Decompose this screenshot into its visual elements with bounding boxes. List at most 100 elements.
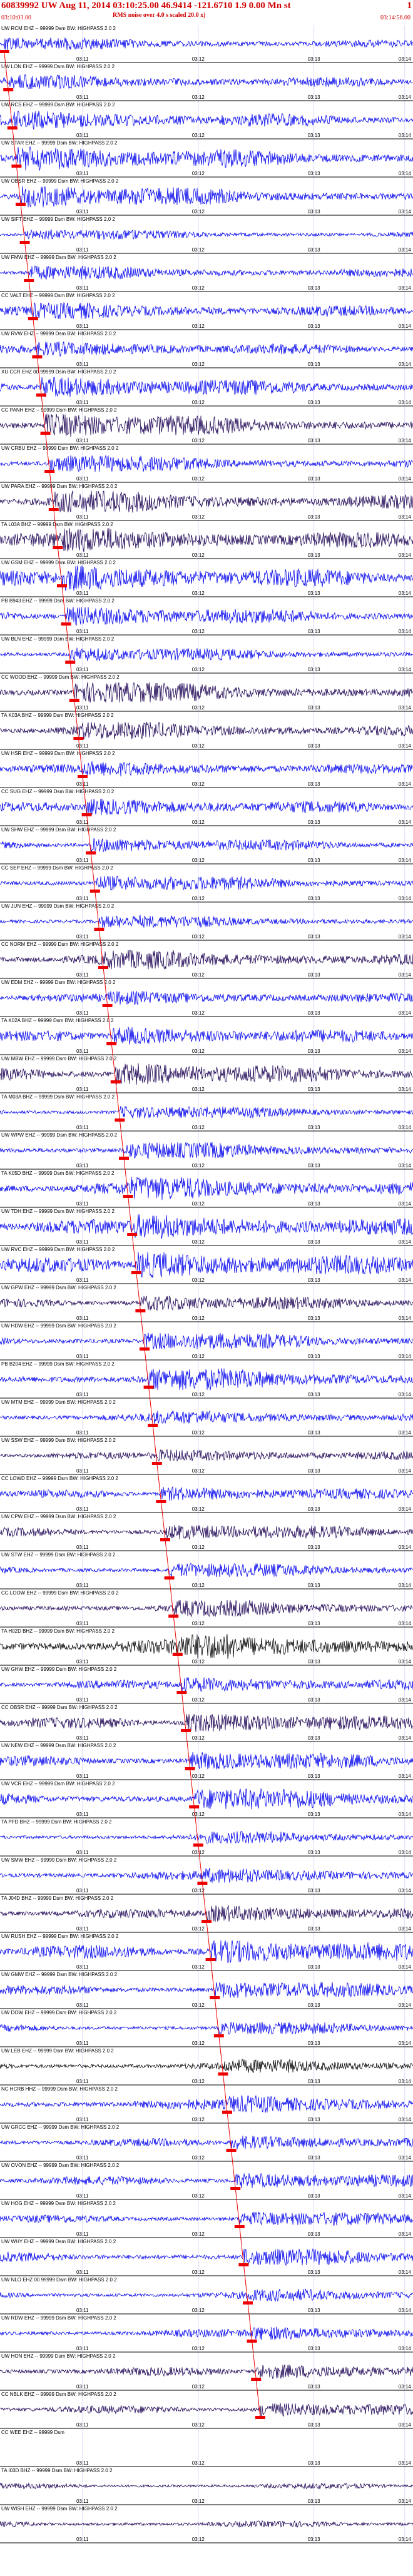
tick-label: 03:12 [192, 1163, 205, 1169]
tick-label: 03:14 [399, 1926, 412, 1932]
tick-label: 03:11 [76, 1048, 89, 1054]
tick-label: 03:13 [308, 247, 321, 253]
tick-label: 03:13 [308, 819, 321, 825]
tick-label: 03:11 [76, 667, 89, 672]
trace-label: UW PARA EHZ -- 99999 Dsm BW: HIGHPASS 2.… [1, 484, 118, 489]
waveform [0, 1600, 413, 1618]
trace-label: TA K05D BHZ -- 99999 Dsm BW: HIGHPASS 2.… [1, 1170, 115, 1176]
trace: UW SHW EHZ -- 99999 Dsm BW: HIGHPASS 2.0… [0, 827, 413, 865]
tick-label: 03:14 [399, 1430, 412, 1436]
waveform [0, 186, 413, 208]
trace-label: TA M03A BHZ -- 99999 Dsm BW: HIGHPASS 2.… [1, 1094, 115, 1100]
tick-label: 03:11 [76, 56, 89, 62]
tick-label: 03:14 [399, 400, 412, 405]
tick-label: 03:13 [308, 2002, 321, 2008]
tick-label: 03:14 [399, 705, 412, 711]
tick-label: 03:12 [192, 819, 205, 825]
tick-label: 03:12 [192, 438, 205, 444]
tick-label: 03:11 [76, 896, 89, 901]
trace-label: UW GHW EHZ -- 99999 Dsm BW: HIGHPASS 2.0… [1, 1666, 117, 1672]
tick-label: 03:12 [192, 1659, 205, 1665]
event-end-mark: 1 [407, 1, 412, 11]
tick-label: 03:14 [399, 1010, 412, 1016]
tick-label: 03:13 [308, 1316, 321, 1321]
tick-label: 03:12 [192, 743, 205, 749]
tick-label: 03:14 [399, 743, 412, 749]
tick-label: 03:14 [399, 972, 412, 978]
tick-label: 03:13 [308, 781, 321, 787]
tick-label: 03:12 [192, 1583, 205, 1588]
trace-label: CC LOOW EHZ -- 99999 Dsm BW: HIGHPASS 2.… [1, 1590, 119, 1596]
tick-label: 03:11 [76, 133, 89, 138]
tick-label: 03:11 [76, 2117, 89, 2122]
tick-label: 03:12 [192, 1354, 205, 1359]
tick-label: 03:11 [76, 1812, 89, 1817]
tick-label: 03:12 [192, 209, 205, 215]
trace: CC SEP EHZ -- 99999 Dsm BW: HIGHPASS 2.0… [0, 865, 413, 903]
tick-label: 03:13 [308, 1277, 321, 1283]
tick-label: 03:14 [399, 2155, 412, 2161]
tick-label: 03:14 [399, 1354, 412, 1359]
tick-label: 03:13 [308, 285, 321, 291]
trace: UW HON EHZ -- 99999 Dsm BW: HIGHPASS 2.0… [0, 2353, 413, 2391]
trace-label: UW RCS EHZ -- 99999 Dsm BW: HIGHPASS 2.0… [1, 102, 115, 108]
tick-label: 03:14 [399, 1735, 412, 1741]
waveform [0, 2173, 413, 2189]
tick-label: 03:14 [399, 2422, 412, 2428]
trace-label: UW HSR EHZ -- 99999 Dsm BW: HIGHPASS 2.0… [1, 751, 115, 756]
tick-label: 03:12 [192, 247, 205, 253]
trace: UW RCS EHZ -- 99999 Dsm BW: HIGHPASS 2.0… [0, 102, 413, 139]
tick-label: 03:11 [76, 2384, 89, 2390]
tick-label: 03:12 [192, 171, 205, 176]
trace: UW GSM EHZ -- 99999 Dsm BW: HIGHPASS 2.0… [0, 560, 413, 597]
trace-label: UW SIFT EHZ -- 99999 Dsm BW: HIGHPASS 2.… [1, 216, 115, 222]
trace-label: TA H02D BHZ -- 99999 Dsm BW: HIGHPASS 2.… [1, 1628, 115, 1634]
tick-label: 03:12 [192, 1735, 205, 1741]
tick-label: 03:12 [192, 1506, 205, 1512]
tick-label: 03:11 [76, 972, 89, 978]
waveform [0, 1752, 413, 1770]
trace-label: CC NBLK EHZ -- 99999 Dsm BW: HIGHPASS 2.… [1, 2391, 116, 2397]
trace-label: PB B204 EHZ -- 99999 Dsm BW: HIGHPASS 2.… [1, 1361, 115, 1367]
tick-label: 03:11 [76, 1163, 89, 1169]
trace-label: CC VALT EHZ -- 99999 Dsm BW: HIGHPASS 2.… [1, 293, 115, 298]
tick-label: 03:13 [308, 2041, 321, 2046]
trace: UW FMW EHZ -- 99999 Dsm BW: HIGHPASS 2.0… [0, 255, 413, 292]
tick-label: 03:14 [399, 514, 412, 520]
tick-label: 03:12 [192, 552, 205, 558]
tick-label: 03:11 [76, 1468, 89, 1474]
tick-label: 03:11 [76, 934, 89, 940]
tick-label: 03:12 [192, 2079, 205, 2084]
tick-label: 03:12 [192, 514, 205, 520]
tick-label: 03:14 [399, 2537, 412, 2542]
tick-label: 03:12 [192, 56, 205, 62]
tick-label: 03:13 [308, 1430, 321, 1436]
waveform [0, 2094, 413, 2113]
tick-label: 03:14 [399, 1812, 412, 1817]
tick-label: 03:13 [308, 1888, 321, 1894]
trace-label: UW WPW EHZ -- 99999 Dsm BW: HIGHPASS 2.0… [1, 1132, 118, 1138]
tick-label: 03:13 [308, 400, 321, 405]
waveform [0, 37, 413, 50]
tick-label: 03:13 [308, 2384, 321, 2390]
tick-label: 03:12 [192, 1087, 205, 1092]
tick-label: 03:14 [399, 2231, 412, 2237]
tick-label: 03:11 [76, 1621, 89, 1626]
trace: UW HSR EHZ -- 99999 Dsm BW: HIGHPASS 2.0… [0, 751, 413, 788]
trace: UW CPW EHZ -- 99999 Dsm BW: HIGHPASS 2.0… [0, 1514, 413, 1551]
trace: UW SSW EHZ -- 99999 Dsm BW: HIGHPASS 2.0… [0, 1438, 413, 1475]
trace-label: UW GSM EHZ -- 99999 Dsm BW: HIGHPASS 2.0… [1, 560, 116, 565]
tick-label: 03:14 [399, 362, 412, 367]
tick-label: 03:14 [399, 1659, 412, 1665]
trace-label: UW VCR EHZ -- 99999 Dsm BW: HIGHPASS 2.0… [1, 1781, 115, 1787]
rms-note: RMS noise over 4.0 s scaled 20.0 x) [113, 12, 206, 19]
waveform [0, 761, 413, 777]
tick-label: 03:12 [192, 476, 205, 482]
waveform [0, 229, 413, 240]
tick-label: 03:13 [308, 2117, 321, 2122]
tick-label: 03:14 [399, 1583, 412, 1588]
tick-label: 03:11 [76, 2308, 89, 2313]
tick-label: 03:12 [192, 1430, 205, 1436]
tick-label: 03:12 [192, 1621, 205, 1626]
tick-label: 03:11 [76, 1239, 89, 1245]
